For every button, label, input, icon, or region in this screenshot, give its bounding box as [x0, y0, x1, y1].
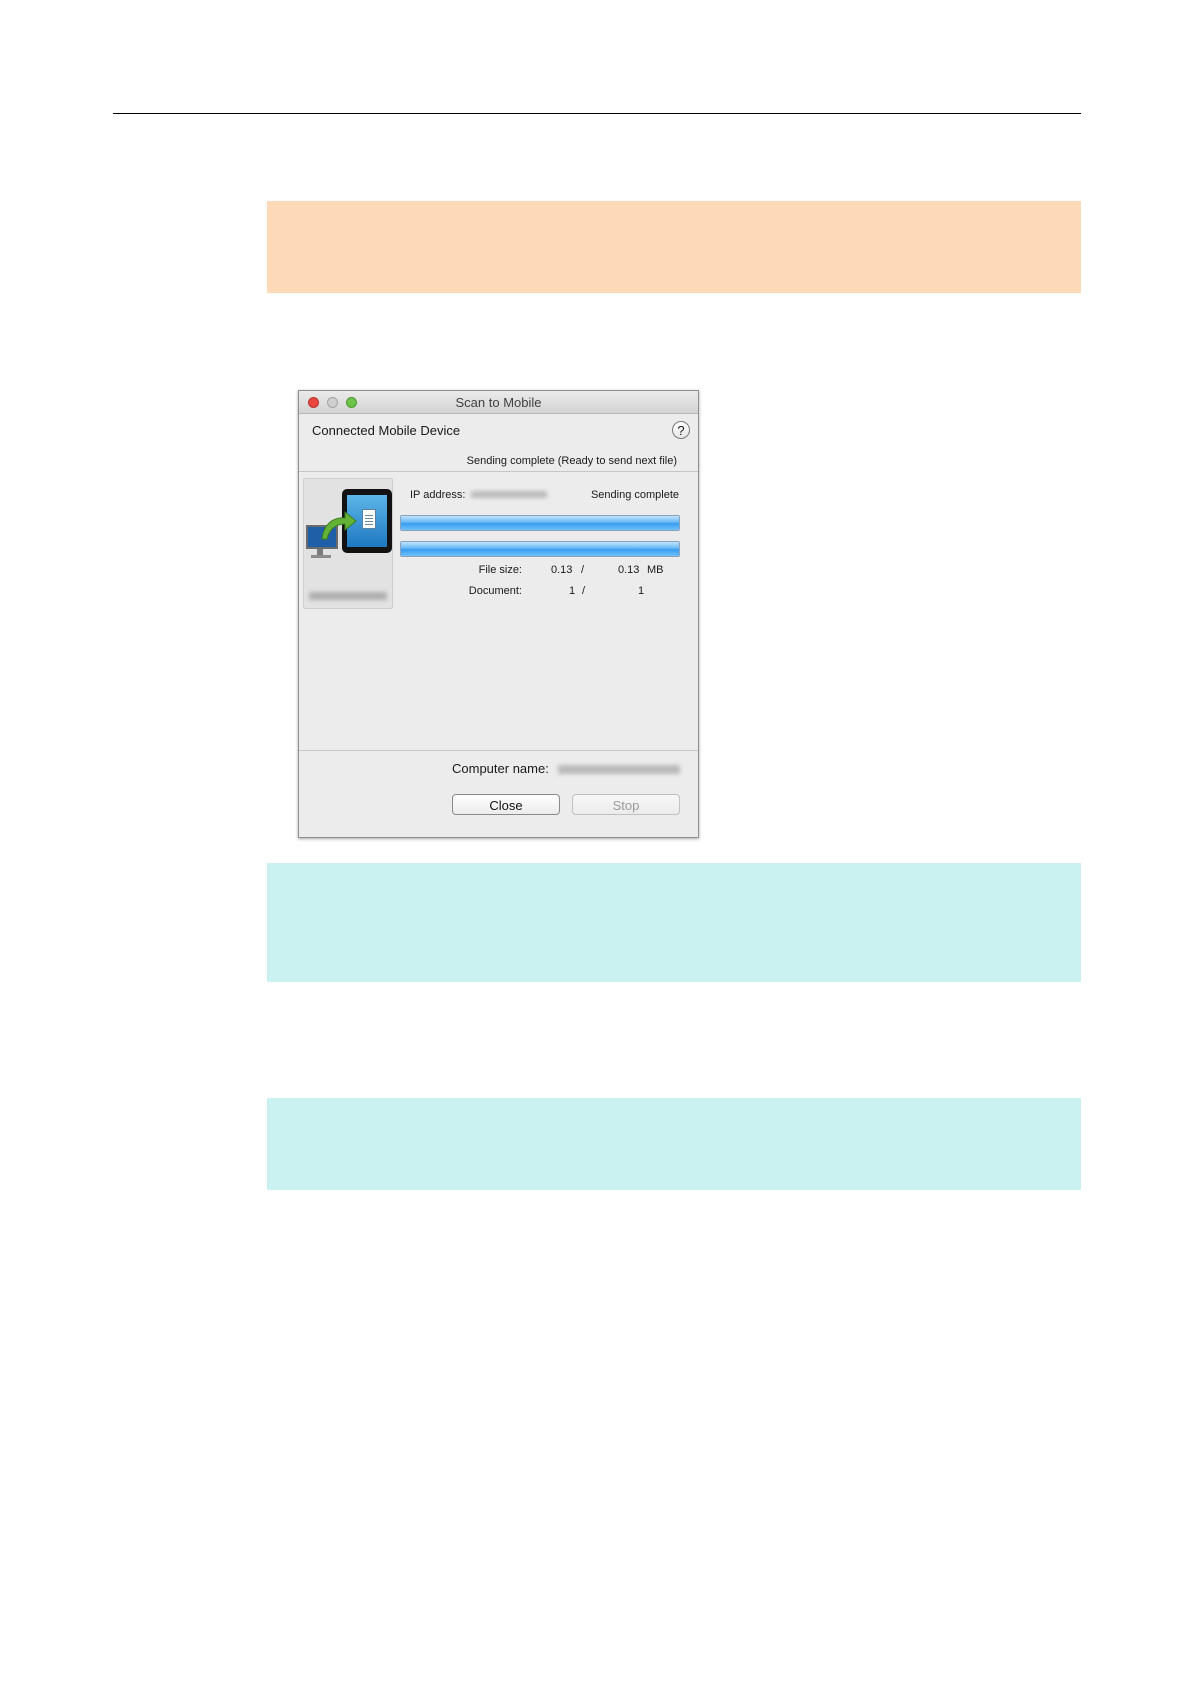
- device-name-redacted: [309, 592, 387, 600]
- close-button[interactable]: Close: [452, 794, 560, 815]
- progress-bar-file: [400, 515, 680, 531]
- caution-box: [267, 201, 1081, 293]
- window-title: Scan to Mobile: [455, 395, 542, 410]
- header-rule: [113, 113, 1081, 114]
- file-size-separator: /: [581, 564, 585, 576]
- connected-device-heading: Connected Mobile Device: [312, 423, 461, 438]
- hint-box: [267, 1098, 1081, 1190]
- computer-name-label: Computer name:: [452, 761, 549, 776]
- title-bar[interactable]: Scan to Mobile: [299, 391, 698, 414]
- ip-address-redacted: [471, 491, 547, 498]
- progress-fill-total: [401, 542, 679, 556]
- document-icon: [362, 509, 376, 529]
- help-icon[interactable]: ?: [672, 421, 690, 439]
- divider: [299, 471, 698, 472]
- file-size-unit: MB: [647, 564, 664, 576]
- stop-button[interactable]: Stop: [572, 794, 680, 815]
- file-size-done: 0.13: [551, 564, 573, 576]
- progress-fill-file: [401, 516, 679, 530]
- divider: [299, 750, 698, 751]
- file-size-label: File size:: [478, 564, 522, 576]
- ip-address-label: IP address:: [410, 489, 466, 501]
- document-total: 1: [638, 585, 645, 597]
- hint-box: [267, 863, 1081, 982]
- transfer-arrow-icon: [321, 510, 357, 540]
- document-label: Document:: [468, 585, 522, 597]
- progress-bar-total: [400, 541, 680, 557]
- device-status: Sending complete: [590, 489, 679, 501]
- scan-to-mobile-window: Scan to Mobile Connected Mobile Device ?…: [298, 390, 699, 838]
- status-text: Sending complete (Ready to send next fil…: [466, 455, 677, 467]
- device-tile[interactable]: [303, 478, 393, 609]
- file-size-total: 0.13: [618, 564, 640, 576]
- document-separator: /: [582, 585, 586, 597]
- computer-name-redacted: [558, 765, 680, 774]
- document-done: 1: [569, 585, 576, 597]
